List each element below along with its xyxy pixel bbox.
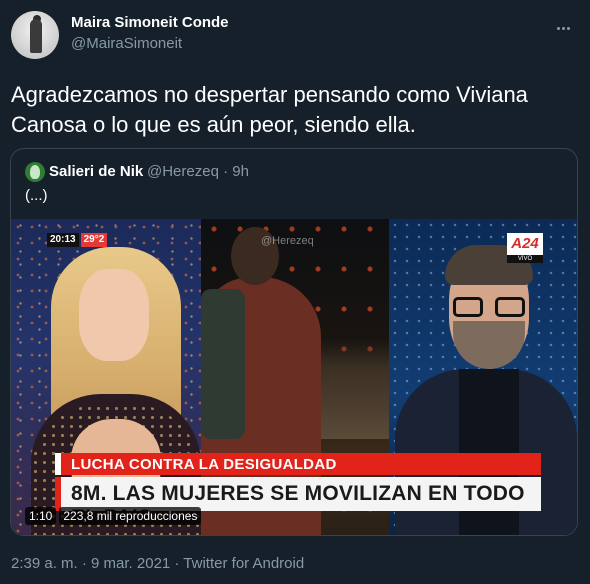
news-banner-headline: 8M. LAS MUJERES SE MOVILIZAN EN TODO EL … — [55, 477, 541, 529]
tweet-text: Agradezcamos no despertar pensando como … — [11, 82, 528, 137]
quoted-author-name[interactable]: Salieri de Nik — [49, 163, 143, 180]
channel-logo: A24 — [507, 233, 543, 255]
video-duration: 1:10 — [25, 507, 57, 525]
video-player[interactable]: 20:13 29°2 @Herezeq A24 VIVO LUCHA CONTR… — [11, 219, 577, 535]
author-avatar[interactable] — [11, 11, 59, 59]
author-name[interactable]: Maira Simoneit Conde — [71, 14, 229, 31]
video-views: 223,8 mil reproducciones — [59, 507, 202, 525]
clock-temperature-badge: 20:13 29°2 — [47, 233, 108, 247]
quoted-tweet[interactable]: Salieri de Nik @Herezeq · 9h (...) 20:13… — [10, 148, 578, 536]
video-watermark: @Herezeq — [261, 235, 314, 247]
quoted-tweet-text: (...) — [25, 187, 48, 204]
avatar-figure — [30, 19, 42, 53]
tweet-timestamp-source[interactable]: 2:39 a. m. · 9 mar. 2021 · Twitter for A… — [11, 555, 304, 572]
clock-text: 20:13 — [47, 233, 79, 247]
temperature-text: 29°2 — [80, 233, 108, 247]
author-handle[interactable]: @MairaSimoneit — [71, 35, 182, 52]
more-horizontal-icon[interactable] — [552, 14, 574, 36]
news-banner-top: LUCHA CONTRA LA DESIGUALDAD — [55, 453, 541, 475]
channel-live-label: VIVO — [507, 255, 543, 263]
video-meta: 1:10 223,8 mil reproducciones — [25, 507, 202, 525]
news-banner-top-text: LUCHA CONTRA LA DESIGUALDAD — [71, 456, 337, 473]
quoted-author-handle[interactable]: @Herezeq · 9h — [147, 163, 249, 180]
quoted-author-avatar[interactable] — [25, 162, 45, 182]
